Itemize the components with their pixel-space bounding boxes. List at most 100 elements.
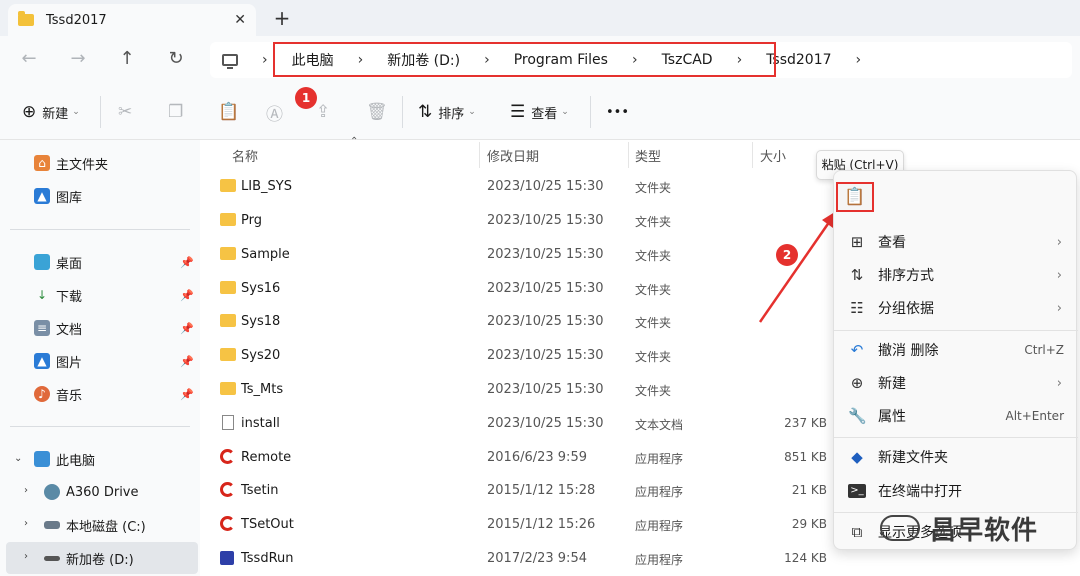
sidebar-item-label: 主文件夹 [56, 157, 109, 173]
file-date: 2023/10/25 15:30 [487, 348, 604, 363]
table-row[interactable]: TssdRun 2017/2/23 9:54 应用程序 124 KB [200, 543, 840, 576]
folder-icon [220, 314, 236, 327]
download-icon: ↓ [36, 288, 48, 302]
sidebar-item-documents[interactable]: ≡ 文档 📌 [34, 313, 200, 343]
view-label: 查看 [531, 106, 558, 122]
file-size: 851 KB [784, 450, 827, 464]
menu-item-new[interactable]: ⊕ 新建 › [834, 367, 1078, 399]
toolbar-divider [402, 96, 403, 128]
table-row[interactable]: Ts_Mts 2023/10/25 15:30 文件夹 [200, 374, 840, 407]
share-button[interactable]: ⇪ [316, 99, 336, 125]
sidebar-item-downloads[interactable]: ↓ 下载 📌 [34, 280, 200, 310]
wechat-logo-icon [880, 515, 920, 541]
chevron-right-icon[interactable]: › [24, 518, 28, 529]
annotation-badge-2: 2 [776, 244, 798, 266]
group-list-icon: ☷ [850, 299, 864, 317]
table-row[interactable]: LIB_SYS 2023/10/25 15:30 文件夹 [200, 171, 840, 204]
column-header-name[interactable]: 名称 [232, 146, 258, 165]
rename-button[interactable]: Ⓐ [266, 99, 289, 125]
file-name: Remote [241, 450, 292, 465]
menu-item-undo[interactable]: ↶ 撤消 删除 Ctrl+Z [834, 334, 1078, 366]
menu-item-terminal[interactable]: >_ 在终端中打开 [834, 475, 1078, 507]
sidebar-item-label: 桌面 [56, 256, 83, 272]
breadcrumb-separator[interactable]: › [856, 52, 862, 68]
sort-button[interactable]: ⇅ 排序 ⌄ [418, 99, 476, 125]
desktop-icon [34, 254, 50, 270]
sidebar-item-label: 音乐 [56, 388, 83, 404]
plus-circle-icon: ⊕ [850, 374, 864, 392]
new-button[interactable]: ⊕ 新建 ⌄ [22, 99, 80, 125]
sidebar-item-thispc[interactable]: 此电脑 [34, 444, 95, 474]
file-name: Sys18 [241, 314, 281, 329]
menu-item-view[interactable]: ⊞ 查看 › [834, 226, 1078, 258]
table-row[interactable]: Prg 2023/10/25 15:30 文件夹 [200, 205, 840, 238]
app-icon [220, 516, 235, 531]
context-paste-button[interactable]: 📋 [836, 182, 874, 212]
forward-button[interactable]: → [65, 48, 91, 72]
file-type: 文件夹 [635, 215, 672, 229]
up-button[interactable]: ↑ [114, 48, 140, 72]
table-row[interactable]: Sys20 2023/10/25 15:30 文件夹 [200, 340, 840, 373]
table-row[interactable]: Remote 2016/6/23 9:59 应用程序 851 KB [200, 442, 840, 475]
sidebar-item-desktop[interactable]: 桌面 📌 [34, 247, 200, 277]
table-row[interactable]: Sys18 2023/10/25 15:30 文件夹 [200, 306, 840, 339]
sort-label: 排序 [438, 106, 465, 122]
file-date: 2016/6/23 9:59 [487, 450, 587, 465]
clipboard-icon: 📋 [218, 102, 240, 122]
table-row[interactable]: TSetOut 2015/1/12 15:26 应用程序 29 KB [200, 509, 840, 542]
sidebar-divider [10, 426, 190, 427]
sidebar-item-home[interactable]: ⌂ 主文件夹 [34, 148, 108, 178]
new-tab-button[interactable]: + [270, 6, 294, 30]
table-row[interactable]: Sample 2023/10/25 15:30 文件夹 [200, 239, 840, 272]
sidebar-item-gallery[interactable]: ▲ 图库 [34, 181, 82, 211]
table-row[interactable]: install 2023/10/25 15:30 文本文档 237 KB [200, 408, 840, 441]
chevron-right-icon[interactable]: › [24, 551, 28, 562]
menu-item-properties[interactable]: 🔧 属性 Alt+Enter [834, 400, 1078, 432]
column-divider[interactable] [752, 142, 753, 168]
sidebar-item-label: 下载 [56, 289, 83, 305]
pin-icon: 📌 [180, 354, 194, 368]
delete-button[interactable]: 🗑 [366, 99, 394, 125]
expand-chevron-icon[interactable]: ⌄ [14, 453, 22, 464]
sidebar-item-ddrive[interactable]: 新加卷 (D:) [44, 543, 134, 573]
breadcrumb-separator[interactable]: › [262, 52, 268, 68]
column-header-date[interactable]: 修改日期 [487, 146, 539, 165]
annotation-badge-1: 1 [295, 87, 317, 109]
sidebar-item-music[interactable]: ♪ 音乐 📌 [34, 379, 200, 409]
sidebar-item-pictures[interactable]: ▲ 图片 📌 [34, 346, 200, 376]
file-type: 文件夹 [635, 316, 672, 330]
menu-item-new-folder[interactable]: ◆ 新建文件夹 [834, 441, 1078, 473]
refresh-button[interactable]: ↻ [163, 48, 189, 72]
column-header-type[interactable]: 类型 [635, 146, 661, 165]
tab-tssd2017[interactable]: Tssd2017 ✕ [8, 4, 256, 36]
file-date: 2023/10/25 15:30 [487, 382, 604, 397]
sidebar-item-a360[interactable]: A360 Drive [44, 477, 139, 507]
menu-item-sort[interactable]: ⇅ 排序方式 › [834, 259, 1078, 291]
file-size: 237 KB [784, 416, 827, 430]
pin-icon: 📌 [180, 387, 194, 401]
new-label: 新建 [42, 106, 69, 122]
file-date: 2023/10/25 15:30 [487, 416, 604, 431]
pin-icon: 📌 [180, 321, 194, 335]
paste-button[interactable]: 📋 [218, 99, 245, 125]
menu-item-label: 分组依据 [878, 301, 934, 317]
cut-button[interactable]: ✂ [118, 99, 138, 125]
sidebar-item-cdrive[interactable]: 本地磁盘 (C:) [44, 510, 146, 540]
column-header-size[interactable]: 大小 [760, 146, 786, 165]
chevron-right-icon[interactable]: › [24, 485, 28, 496]
folder-icon [220, 247, 236, 260]
column-divider[interactable] [628, 142, 629, 168]
file-size: 21 KB [791, 483, 827, 497]
menu-item-group[interactable]: ☷ 分组依据 › [834, 292, 1078, 324]
view-button[interactable]: ☰ 查看 ⌄ [510, 99, 569, 125]
trash-icon: 🗑 [366, 102, 388, 122]
back-button[interactable]: ← [16, 48, 42, 72]
file-date: 2023/10/25 15:30 [487, 281, 604, 296]
column-divider[interactable] [479, 142, 480, 168]
sidebar-item-label: 图库 [56, 190, 83, 206]
see-more-button[interactable]: ••• [606, 99, 629, 125]
copy-button[interactable]: ❐ [168, 99, 189, 125]
table-row[interactable]: Tsetin 2015/1/12 15:28 应用程序 21 KB [200, 475, 840, 508]
close-icon[interactable]: ✕ [234, 12, 246, 28]
table-row[interactable]: Sys16 2023/10/25 15:30 文件夹 [200, 273, 840, 306]
